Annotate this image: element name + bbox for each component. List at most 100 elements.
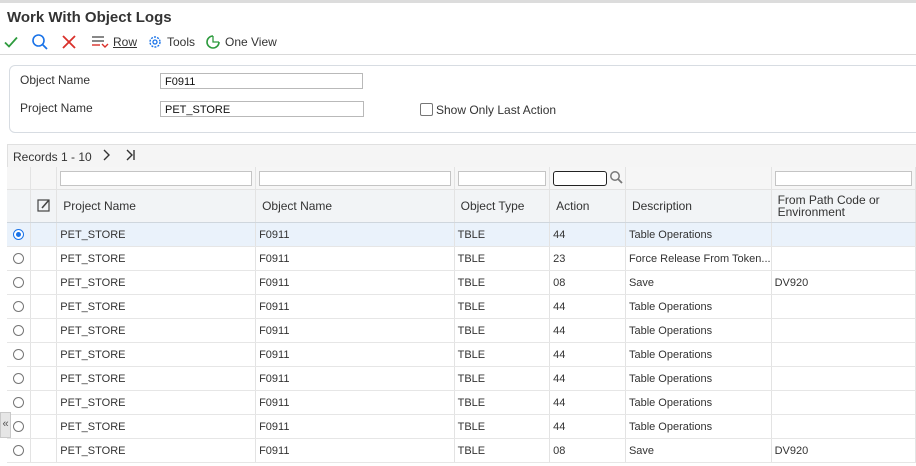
- object-name-field[interactable]: F0911: [160, 73, 363, 89]
- table-row[interactable]: PET_STORE F0911 TBLE 08 Save DV920: [7, 270, 916, 295]
- cell-action: 44: [549, 318, 626, 343]
- page-title: Work With Object Logs: [7, 9, 172, 26]
- cell-from-path: [771, 222, 916, 247]
- search-icon[interactable]: [609, 170, 624, 185]
- cell-from-path: [771, 246, 916, 271]
- table-row[interactable]: PET_STORE F0911 TBLE 44 Table Operations: [7, 390, 916, 415]
- cell-action: 44: [549, 390, 626, 415]
- cell-action: 44: [549, 294, 626, 319]
- chevron-right-icon: [103, 149, 110, 161]
- table-row[interactable]: PET_STORE F0911 TBLE 23 Force Release From T…: [7, 246, 916, 271]
- cell-project: PET_STORE: [56, 366, 257, 391]
- cell-description: Table Operations: [625, 222, 772, 247]
- filter-object-type[interactable]: [457, 170, 547, 186]
- table-row[interactable]: PET_STORE F0911 TBLE 08 Save DV920: [7, 438, 916, 463]
- cell-action: 44: [549, 222, 626, 247]
- one-view-icon: [205, 34, 221, 50]
- table-row[interactable]: PET_STORE F0911 TBLE 44 Table Operations: [7, 222, 916, 247]
- row-select-cell: [7, 246, 32, 271]
- filter-action[interactable]: [553, 170, 608, 186]
- row-radio-button[interactable]: [13, 253, 25, 265]
- row-spacer-cell: [30, 366, 58, 391]
- cell-from-path: [771, 414, 916, 439]
- column-header-row: Project Name Object Name Object Type Act…: [7, 189, 916, 223]
- filter-from-path[interactable]: [774, 170, 912, 186]
- project-name-field[interactable]: PET_STORE: [160, 101, 364, 117]
- next-page-button[interactable]: [101, 147, 113, 166]
- column-object-name[interactable]: Object Name: [255, 189, 455, 223]
- row-radio-button[interactable]: [13, 349, 25, 361]
- cell-project: PET_STORE: [56, 270, 257, 295]
- cell-description: Save: [625, 438, 772, 463]
- cell-from-path: [771, 294, 916, 319]
- column-object-type[interactable]: Object Type: [454, 189, 551, 223]
- row-spacer-cell: [30, 342, 58, 367]
- row-select-cell: [7, 438, 32, 463]
- one-view-label: One View: [225, 35, 277, 49]
- row-radio-button[interactable]: [13, 397, 25, 409]
- cell-object: F0911: [255, 222, 455, 247]
- tools-menu-button[interactable]: Tools: [147, 30, 195, 54]
- cell-description: Table Operations: [625, 294, 772, 319]
- last-page-button[interactable]: [125, 147, 137, 166]
- row-radio-button[interactable]: [13, 301, 25, 313]
- table-row[interactable]: PET_STORE F0911 TBLE 44 Table Operations: [7, 366, 916, 391]
- search-icon: [31, 33, 49, 51]
- cell-object: F0911: [255, 294, 455, 319]
- close-icon: [61, 34, 77, 50]
- row-spacer-cell: [30, 294, 58, 319]
- cell-from-path: DV920: [771, 438, 916, 463]
- row-select-cell: [7, 270, 32, 295]
- filter-object-name[interactable]: [259, 170, 451, 186]
- cell-from-path: DV920: [771, 270, 916, 295]
- row-radio-button[interactable]: [13, 325, 25, 337]
- cell-description: Force Release From Token...: [625, 246, 772, 271]
- row-select-cell: [7, 294, 32, 319]
- cell-description: Save: [625, 270, 772, 295]
- cell-action: 23: [549, 246, 626, 271]
- cell-type: TBLE: [454, 294, 551, 319]
- tools-menu-label: Tools: [167, 35, 196, 49]
- cell-type: TBLE: [454, 246, 551, 271]
- ok-button[interactable]: [3, 30, 19, 54]
- cell-project: PET_STORE: [56, 246, 257, 271]
- row-radio-button[interactable]: [13, 229, 25, 241]
- cell-description: Table Operations: [625, 414, 772, 439]
- table-row[interactable]: PET_STORE F0911 TBLE 44 Table Operations: [7, 318, 916, 343]
- show-only-last-action-checkbox[interactable]: [420, 103, 433, 116]
- records-count: Records 1 - 10: [13, 150, 92, 164]
- table-row[interactable]: PET_STORE F0911 TBLE 44 Table Operations: [7, 342, 916, 367]
- cell-object: F0911: [255, 438, 455, 463]
- cell-object: F0911: [255, 270, 455, 295]
- cell-description: Table Operations: [625, 390, 772, 415]
- grid-header-bar: Records 1 - 10: [7, 144, 916, 168]
- cell-from-path: [771, 318, 916, 343]
- filter-project-name[interactable]: [60, 170, 253, 186]
- table-row[interactable]: PET_STORE F0911 TBLE 44 Table Operations: [7, 294, 916, 319]
- cell-type: TBLE: [454, 366, 551, 391]
- cell-type: TBLE: [454, 342, 551, 367]
- column-description[interactable]: Description: [625, 189, 772, 223]
- column-action[interactable]: Action: [549, 189, 626, 223]
- row-radio-button[interactable]: [13, 373, 25, 385]
- collapse-panel-button[interactable]: «: [0, 412, 11, 438]
- table-row[interactable]: PET_STORE F0911 TBLE 44 Table Operations: [7, 414, 916, 439]
- cell-object: F0911: [255, 246, 455, 271]
- query-by-example-row: [7, 167, 916, 190]
- cell-type: TBLE: [454, 270, 551, 295]
- row-menu-button[interactable]: Row: [91, 30, 137, 54]
- row-spacer-cell: [30, 438, 58, 463]
- column-from-path[interactable]: From Path Code or Environment: [771, 189, 916, 223]
- row-radio-button[interactable]: [13, 445, 25, 457]
- close-button[interactable]: [61, 30, 77, 54]
- row-radio-button[interactable]: [13, 277, 25, 289]
- row-radio-button[interactable]: [13, 421, 25, 433]
- edit-columns-icon[interactable]: [36, 197, 52, 213]
- row-spacer-cell: [30, 318, 58, 343]
- cell-project: PET_STORE: [56, 438, 257, 463]
- one-view-button[interactable]: One View: [205, 30, 277, 54]
- cell-type: TBLE: [454, 222, 551, 247]
- cell-object: F0911: [255, 318, 455, 343]
- column-project-name[interactable]: Project Name: [56, 189, 257, 223]
- find-button[interactable]: [31, 30, 49, 54]
